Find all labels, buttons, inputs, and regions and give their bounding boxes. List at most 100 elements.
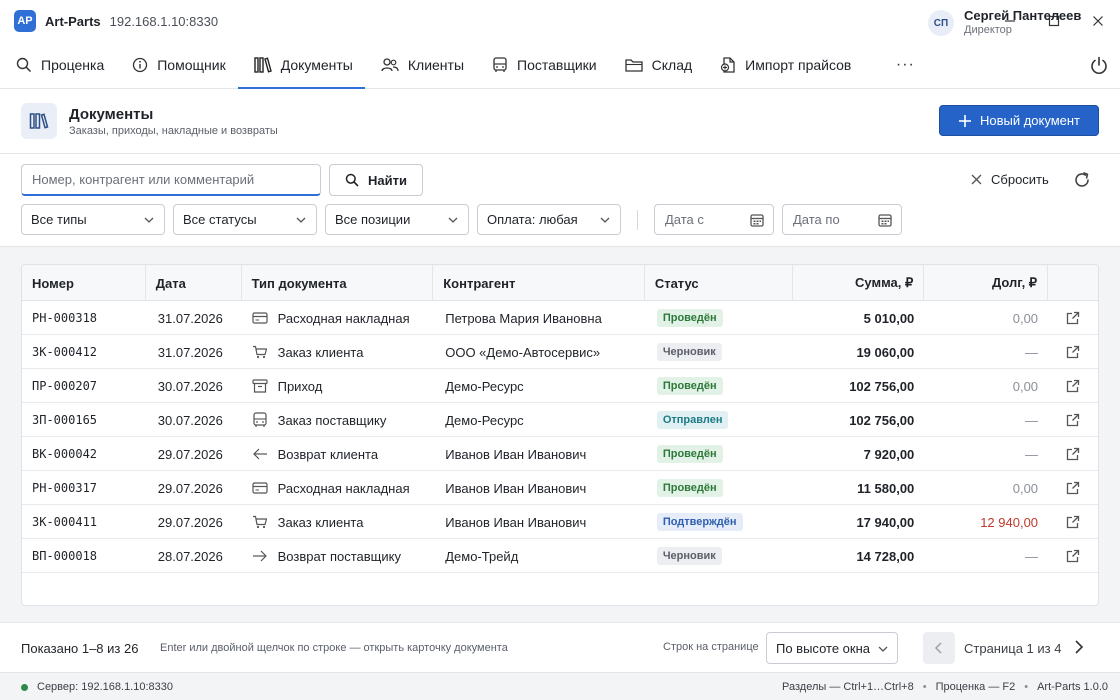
column-header-actions: [1048, 265, 1098, 301]
doc-sum: 102 756,00: [849, 378, 915, 394]
doc-type: Заказ клиента: [277, 514, 364, 530]
doc-counterparty: Демо-Трейд: [445, 548, 519, 564]
next-page-button[interactable]: [1073, 639, 1085, 655]
app-version: Art-Parts 1.0.0: [1037, 681, 1108, 693]
open-hint: Enter или двойной щелчок по строке — отк…: [160, 642, 508, 654]
previous-page-button[interactable]: [923, 632, 955, 664]
refresh-icon[interactable]: [1073, 171, 1091, 189]
bus-icon: [492, 57, 508, 73]
chevron-right-icon: [1075, 640, 1084, 654]
position-select-value: Все позиции: [335, 212, 411, 227]
info-icon: [132, 57, 148, 73]
open-external-icon[interactable]: [1048, 335, 1098, 369]
nav-item-suppliers[interactable]: Поставщики: [476, 42, 609, 88]
table-row[interactable]: РН-000317 29.07.2026 Расходная накладная Ив…: [22, 471, 1098, 505]
doc-date: 31.07.2026: [157, 344, 223, 360]
table-row[interactable]: ЗК-000412 31.07.2026 Заказ клиента ООО «Дем…: [22, 335, 1098, 369]
pagination-footer: Показано 1–8 из 26 Enter или двойной щел…: [0, 622, 1120, 672]
new-document-button[interactable]: Новый документ: [939, 105, 1099, 136]
calendar-icon[interactable]: [878, 213, 892, 227]
date-to-field[interactable]: Дата по: [782, 204, 902, 235]
table-row[interactable]: ВК-000042 29.07.2026 Возврат клиента Иванов…: [22, 437, 1098, 471]
find-button[interactable]: Найти: [329, 164, 423, 196]
doc-type: Приход: [277, 378, 323, 394]
status-badge: Проведён: [656, 377, 723, 395]
table-row[interactable]: ВП-000018 28.07.2026 Возврат поставщику Дем…: [22, 539, 1098, 573]
open-external-icon[interactable]: [1048, 301, 1098, 335]
shown-count: Показано 1–8 из 26: [21, 641, 139, 656]
open-external-icon[interactable]: [1048, 471, 1098, 505]
date-from-field[interactable]: Дата с: [654, 204, 774, 235]
doc-date: 30.07.2026: [157, 378, 223, 394]
doc-counterparty: ООО «Демо-Автосервис»: [445, 344, 601, 360]
more-icon[interactable]: ···: [893, 56, 917, 74]
column-header-number[interactable]: Номер: [22, 265, 146, 301]
position-select[interactable]: Все позиции: [325, 204, 469, 235]
arrow-left-icon: [252, 447, 270, 461]
open-external-icon[interactable]: [1048, 403, 1098, 437]
payment-select[interactable]: Оплата: любая: [477, 204, 621, 235]
table-row[interactable]: РН-000318 31.07.2026 Расходная накладная Пе…: [22, 301, 1098, 335]
table-row[interactable]: ЗП-000165 30.07.2026 Заказ поставщику Демо-…: [22, 403, 1098, 437]
column-header-counterparty[interactable]: Контрагент: [433, 265, 645, 301]
column-header-date[interactable]: Дата: [146, 265, 242, 301]
search-icon: [16, 57, 32, 73]
open-external-icon[interactable]: [1048, 369, 1098, 403]
date-from-placeholder: Дата с: [665, 212, 704, 227]
doc-debt: —: [1025, 412, 1039, 428]
open-external-icon[interactable]: [1048, 505, 1098, 539]
doc-type: Возврат поставщику: [277, 548, 401, 564]
close-icon[interactable]: [1076, 0, 1120, 42]
doc-counterparty: Иванов Иван Иванович: [445, 446, 587, 462]
nav-item-assistant[interactable]: Помощник: [116, 42, 237, 88]
open-external-icon[interactable]: [1048, 539, 1098, 573]
reset-label: Сбросить: [991, 172, 1049, 187]
type-select-value: Все типы: [31, 212, 87, 227]
search-input[interactable]: [21, 164, 321, 196]
doc-counterparty: Петрова Мария Ивановна: [445, 310, 602, 326]
nav-item-clients[interactable]: Клиенты: [365, 42, 476, 88]
doc-number: РН-000318: [32, 311, 98, 325]
calendar-icon[interactable]: [750, 213, 764, 227]
table-row[interactable]: ПР-000207 30.07.2026 Приход Демо-Ресурс Пров…: [22, 369, 1098, 403]
close-icon: [971, 174, 982, 185]
rows-per-page-select[interactable]: По высоте окна: [766, 632, 898, 664]
doc-number: РН-000317: [32, 481, 98, 495]
doc-counterparty: Демо-Ресурс: [445, 412, 524, 428]
nav-item-label: Проценка: [41, 57, 105, 73]
nav-item-price-import[interactable]: Импорт прайсов: [704, 42, 863, 88]
column-header-debt[interactable]: Долг, ₽: [924, 265, 1049, 301]
nav-item-pricing[interactable]: Проценка: [0, 42, 116, 88]
status-select[interactable]: Все статусы: [173, 204, 317, 235]
nav-item-label: Импорт прайсов: [745, 57, 852, 73]
nav-item-documents[interactable]: Документы: [237, 42, 366, 89]
power-icon[interactable]: [1089, 56, 1109, 76]
table-row[interactable]: ЗК-000411 29.07.2026 Заказ клиента Иванов И…: [22, 505, 1098, 539]
doc-type: Заказ клиента: [277, 344, 364, 360]
chevron-down-icon: [144, 216, 154, 224]
column-header-status[interactable]: Статус: [645, 265, 793, 301]
page-indicator: Страница 1 из 4: [964, 641, 1062, 656]
doc-debt: —: [1025, 446, 1039, 462]
type-select[interactable]: Все типы: [21, 204, 165, 235]
doc-sum: 17 940,00: [856, 514, 915, 530]
open-external-icon[interactable]: [1048, 437, 1098, 471]
card-icon: [252, 482, 270, 494]
status-badge: Проведён: [656, 445, 723, 463]
archive-icon: [252, 379, 270, 393]
column-header-type[interactable]: Тип документа: [242, 265, 434, 301]
user-menu[interactable]: СП Сергей Пантелеев Директор: [928, 8, 1081, 38]
status-badge: Черновик: [656, 547, 722, 565]
status-badge: Черновик: [656, 343, 722, 361]
find-label: Найти: [368, 172, 407, 188]
bus-icon: [252, 412, 270, 428]
page-title: Документы: [69, 106, 154, 123]
cart-icon: [252, 345, 270, 359]
books-icon: [254, 57, 272, 73]
doc-sum: 19 060,00: [856, 344, 915, 360]
nav-item-warehouse[interactable]: Склад: [609, 42, 705, 88]
column-header-sum[interactable]: Сумма, ₽: [793, 265, 925, 301]
reset-button[interactable]: Сбросить: [971, 172, 1049, 187]
doc-number: ВП-000018: [32, 549, 98, 563]
nav-item-label: Клиенты: [407, 57, 465, 73]
